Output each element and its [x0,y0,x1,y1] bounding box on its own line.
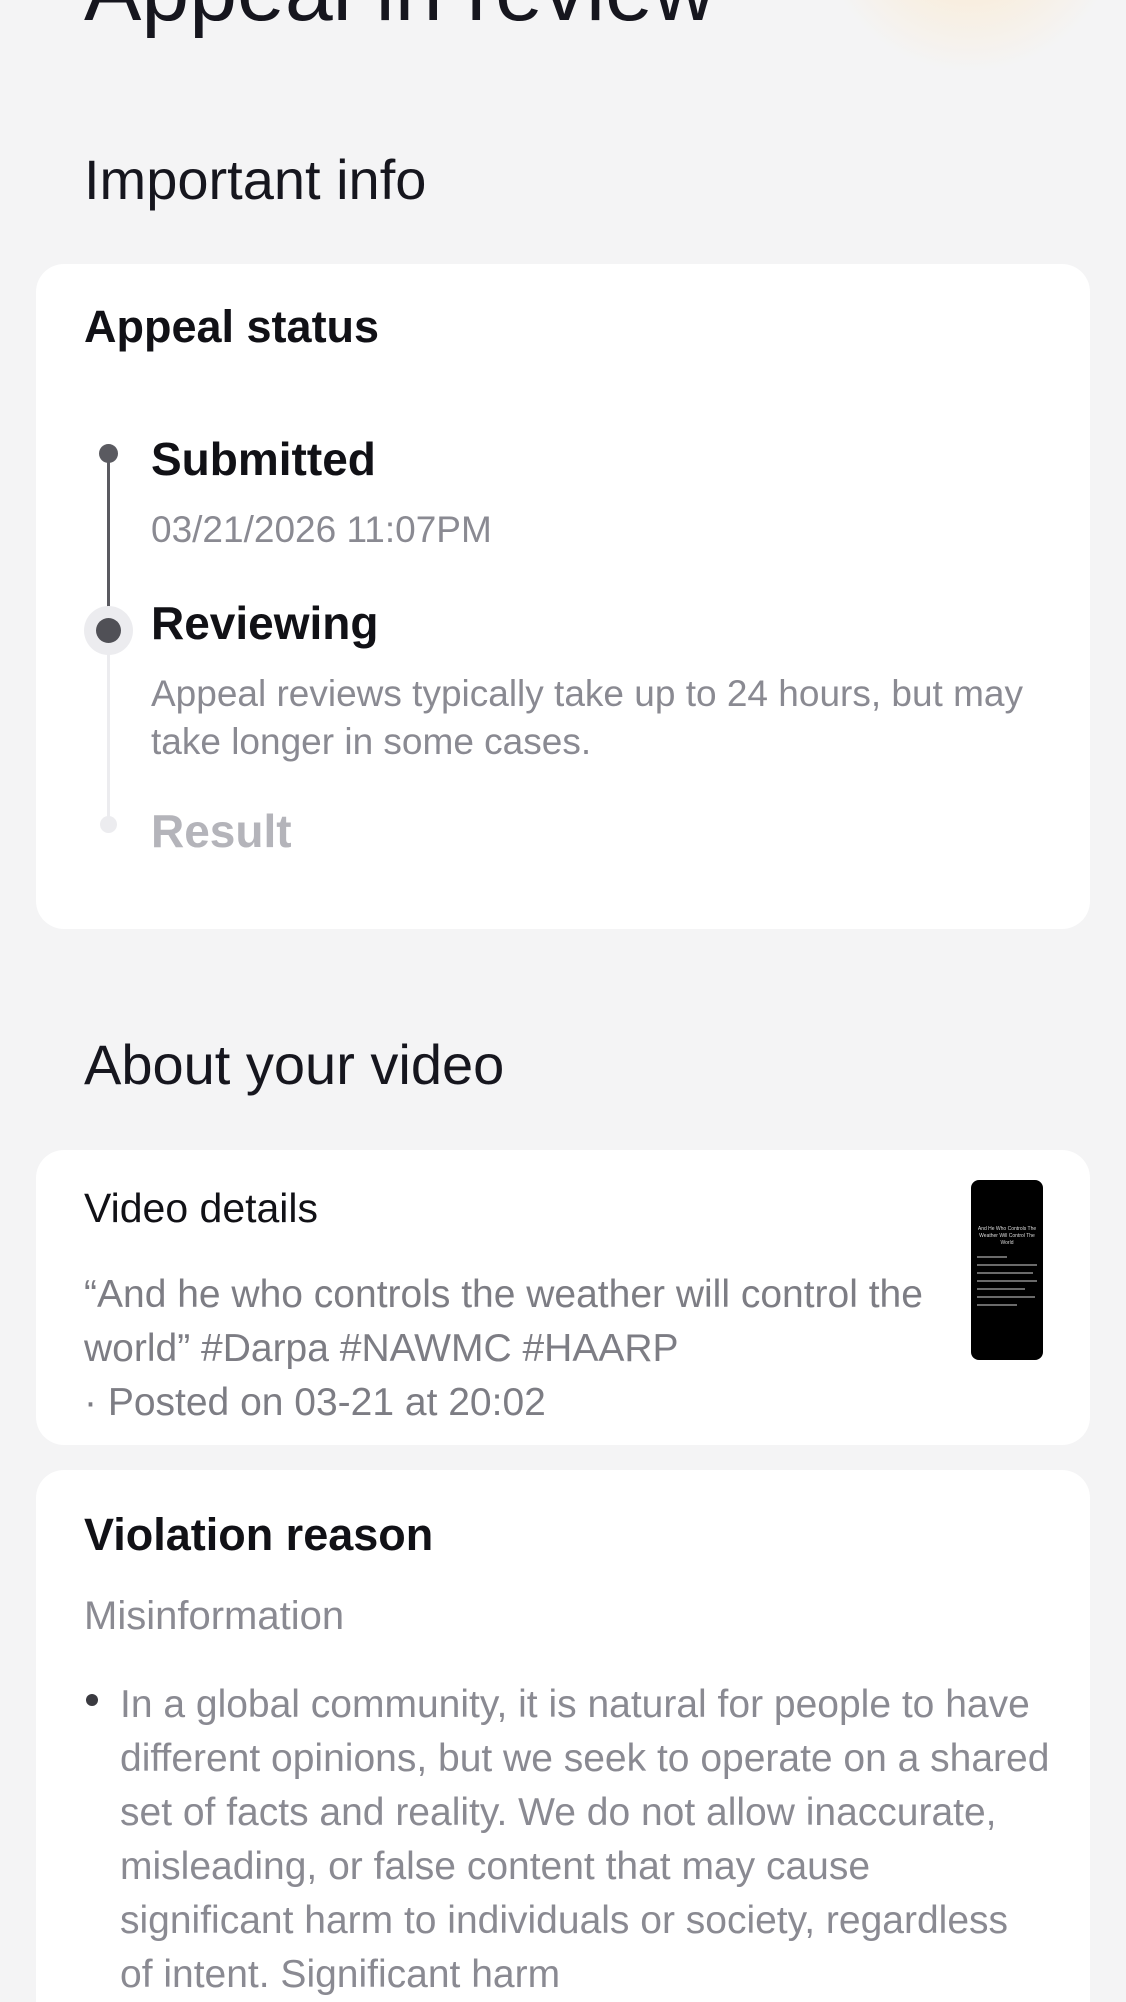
important-info-heading: Important info [84,148,427,211]
violation-category: Misinformation [84,1594,345,1638]
violation-explanation: In a global community, it is natural for… [120,1683,1050,1996]
video-posted-date: · Posted on 03-21 at 20:02 [84,1381,546,1424]
thumbnail-text-line [977,1264,1037,1266]
step-reviewing-label: Reviewing [151,597,379,649]
violation-reason-title: Violation reason [84,1509,434,1560]
thumbnail-text-line [977,1256,1007,1258]
thumbnail-caption-text: And He Who Controls The Weather Will Con… [977,1226,1037,1246]
header-glow-decoration [820,0,1120,70]
thumbnail-text-line [977,1288,1025,1290]
appeal-page: Appeal in review Important info Appeal s… [0,0,1126,2002]
step-submitted-timestamp: 03/21/2026 11:07PM [151,509,492,550]
timeline-line-pending [107,628,110,824]
page-title: Appeal in review [84,0,715,34]
timeline-line-completed [107,452,110,628]
video-details-card[interactable]: Video details “And he who controls the w… [36,1150,1090,1445]
step-result-label: Result [151,805,292,857]
video-details-title: Video details [84,1185,319,1231]
thumbnail-text-line [977,1280,1037,1282]
thumbnail-text-line [977,1296,1035,1298]
step-result-dot [100,816,117,833]
step-submitted-dot [99,444,118,463]
step-submitted-label: Submitted [151,433,376,485]
video-description: “And he who controls the weather will co… [84,1268,924,1430]
video-thumbnail[interactable]: And He Who Controls The Weather Will Con… [971,1180,1043,1360]
appeal-status-title: Appeal status [84,301,380,352]
step-reviewing-description: Appeal reviews typically take up to 24 h… [151,673,1024,762]
step-reviewing-dot [96,618,121,643]
violation-reason-card: Violation reason Misinformation In a glo… [36,1470,1090,2002]
appeal-status-card: Appeal status Submitted 03/21/2026 11:07… [36,264,1090,929]
about-video-heading: About your video [84,1033,505,1096]
thumbnail-text-line [977,1272,1033,1274]
bullet-icon [86,1694,98,1706]
video-caption: “And he who controls the weather will co… [84,1273,923,1370]
thumbnail-text-line [977,1304,1017,1306]
